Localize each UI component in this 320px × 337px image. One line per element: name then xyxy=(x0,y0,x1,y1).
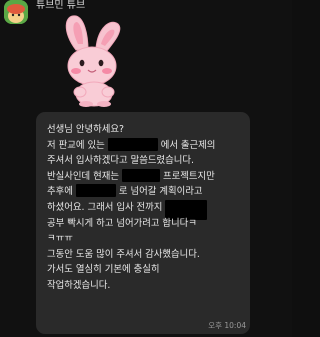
message-line: 작업하겠습니다. xyxy=(47,279,111,291)
message-line: 그동안 도움 많이 주셔서 감사했습니다. xyxy=(47,248,200,260)
sender-avatar[interactable] xyxy=(4,0,28,24)
message-line: 반실사인데 현재는 프로젝트지만 xyxy=(47,168,215,182)
message-timestamp: 오후 10:04 xyxy=(208,321,246,330)
chat-screen: 튜브민 튜브 선생님 안녕하세요? 저 판교에 있는 에서 출근제의 주셔서 입… xyxy=(0,0,292,337)
redacted-text xyxy=(107,137,158,151)
message-line: ㅋㅠㅠ xyxy=(47,233,73,245)
message-line: 하셨어요. 그래서 입사 전까지 xyxy=(47,199,243,220)
message-line: 주셔서 입사하겠다고 말씀드렸습니다. xyxy=(47,155,194,167)
message-line: 추후에 로 넘어갈 계획이라고 xyxy=(47,184,203,198)
redacted-text xyxy=(75,184,116,198)
pink-bunny-sticker xyxy=(65,15,121,107)
redacted-text xyxy=(121,168,160,182)
message-bubble[interactable]: 선생님 안녕하세요? 저 판교에 있는 에서 출근제의 주셔서 입사하겠다고 말… xyxy=(36,112,250,334)
bunny-sticker[interactable] xyxy=(52,12,140,108)
profile-avatar-icon xyxy=(4,0,28,24)
sender-name: 튜브민 튜브 xyxy=(36,0,86,11)
message-line: 저 판교에 있는 에서 출근제의 xyxy=(47,137,216,151)
message-line: 선생님 안녕하세요? xyxy=(47,124,124,135)
message-line: 가서도 열심히 기본에 충실히 xyxy=(47,264,160,276)
message-line: 공부 빡시게 하고 넘어가려고 합니다ㅋ xyxy=(47,217,197,229)
